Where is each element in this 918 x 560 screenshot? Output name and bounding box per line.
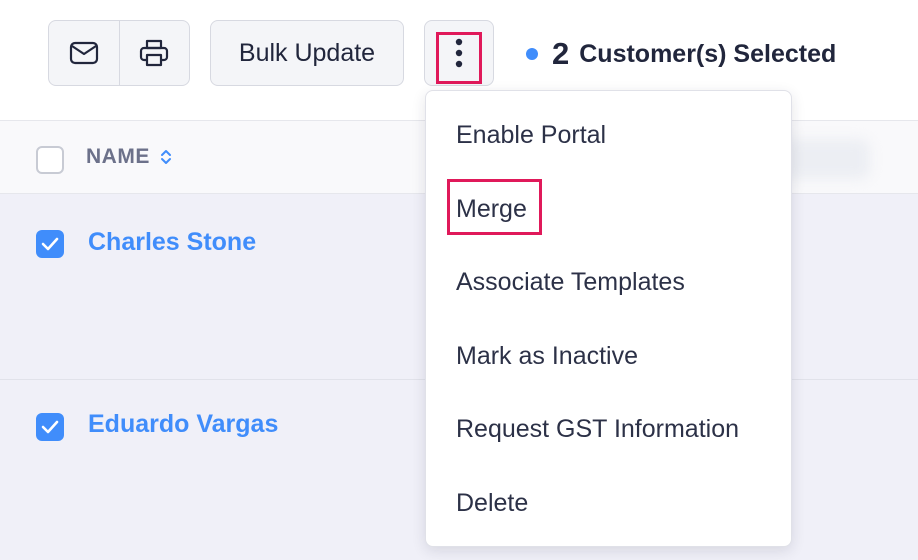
select-all-checkbox[interactable] [36, 146, 64, 174]
row-checkbox[interactable] [36, 413, 64, 441]
selection-summary: 2 Customer(s) Selected [526, 34, 836, 74]
row-checkbox[interactable] [36, 230, 64, 258]
checkmark-icon [41, 237, 59, 251]
more-actions-menu: Enable Portal Merge Associate Templates … [425, 90, 792, 547]
email-button[interactable] [49, 21, 119, 85]
blurred-column-header [780, 139, 870, 179]
name-column-header[interactable]: NAME [86, 145, 172, 169]
menu-item-delete[interactable]: Delete [456, 489, 528, 518]
menu-item-associate-templates[interactable]: Associate Templates [456, 268, 685, 297]
more-actions-button[interactable] [424, 20, 494, 86]
printer-icon [140, 39, 169, 67]
bulk-update-label: Bulk Update [238, 38, 376, 67]
name-column-label: NAME [86, 145, 150, 168]
sort-updown-icon [160, 150, 171, 164]
email-print-button-group [48, 20, 190, 86]
selected-count: 2 [552, 36, 570, 71]
selection-dot-icon [526, 48, 538, 60]
menu-item-mark-inactive[interactable]: Mark as Inactive [456, 342, 638, 371]
envelope-icon [69, 41, 98, 65]
customer-name-link[interactable]: Eduardo Vargas [88, 410, 278, 439]
bulk-update-button[interactable]: Bulk Update [210, 20, 404, 86]
vertical-ellipsis-icon [455, 38, 463, 68]
selected-label: Customer(s) Selected [579, 39, 837, 68]
checkmark-icon [41, 420, 59, 434]
menu-item-merge[interactable]: Merge [456, 195, 527, 224]
menu-item-request-gst-information[interactable]: Request GST Information [456, 415, 739, 444]
customers-page: Bulk Update 2 Customer(s) Selected NAME [0, 0, 918, 560]
menu-item-enable-portal[interactable]: Enable Portal [456, 121, 606, 150]
customer-name-link[interactable]: Charles Stone [88, 228, 256, 257]
print-button[interactable] [118, 21, 190, 85]
